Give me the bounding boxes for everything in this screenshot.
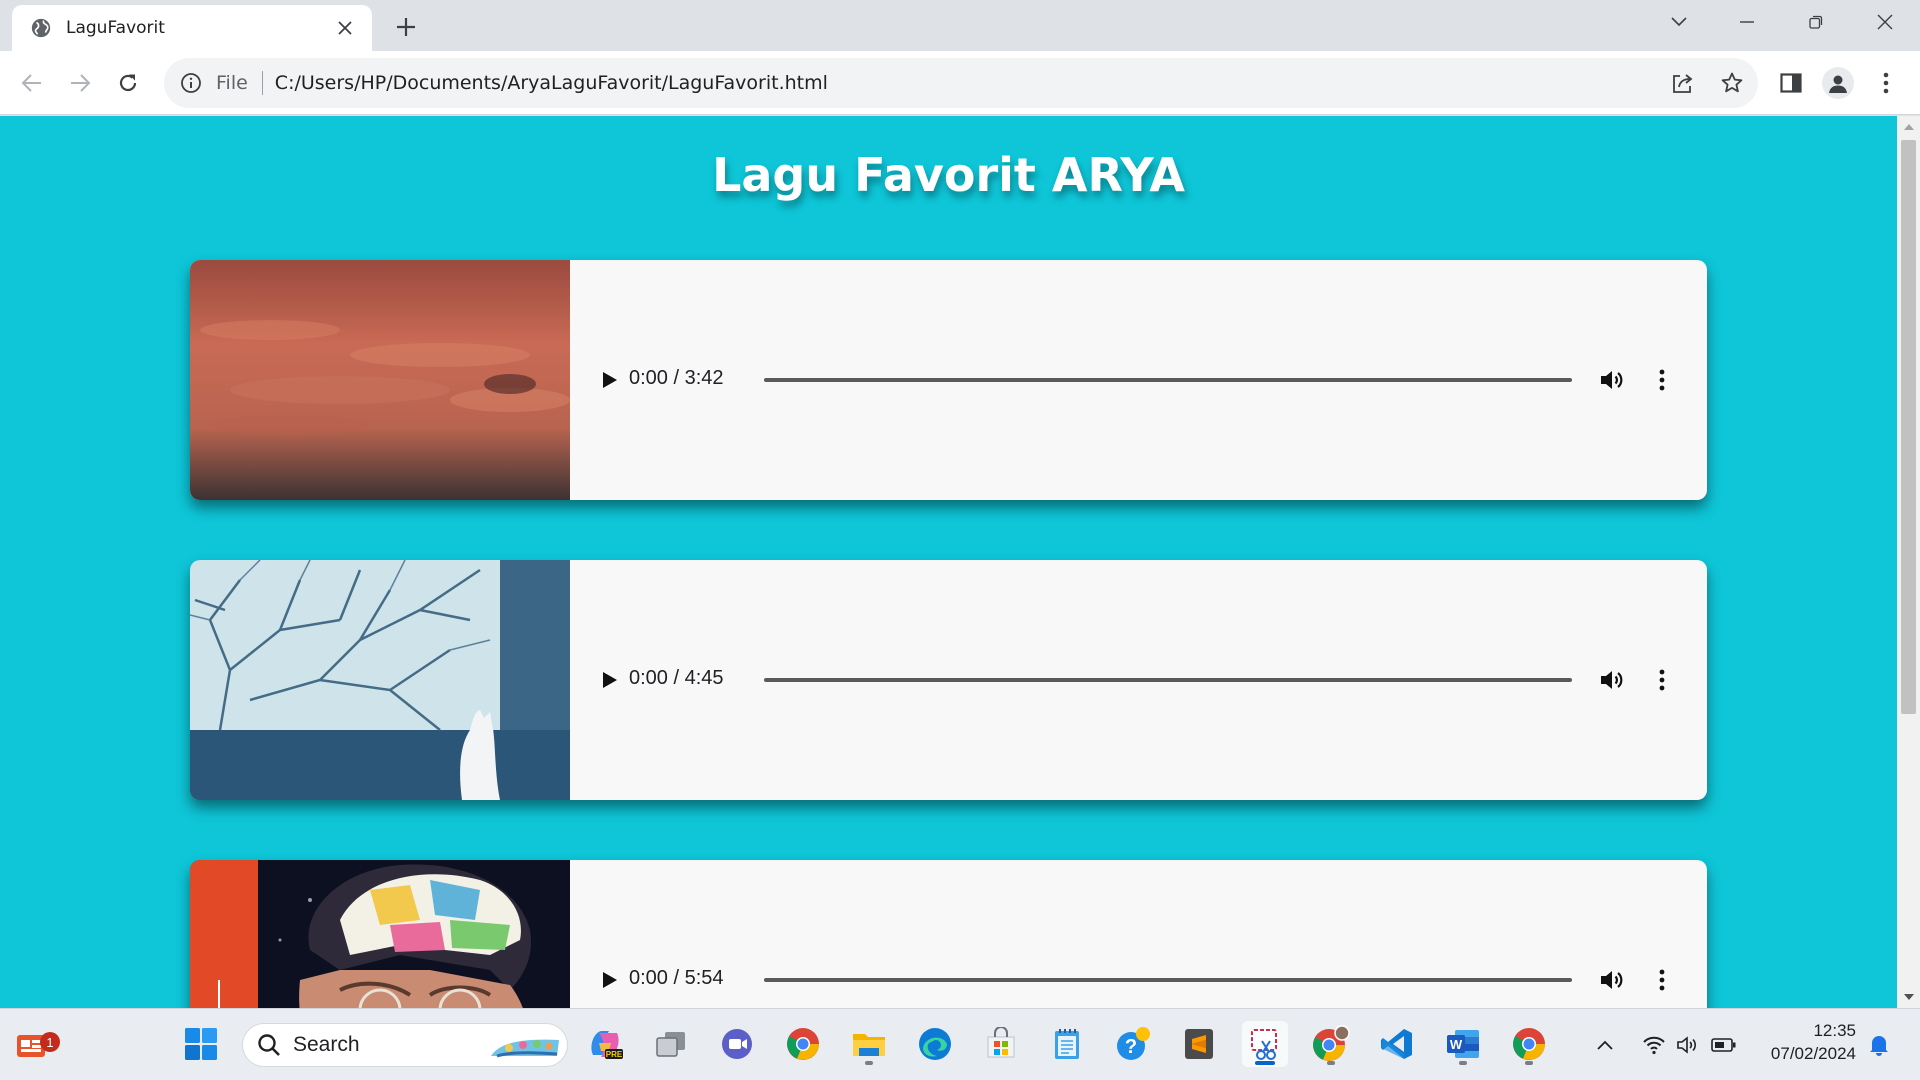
windows-taskbar: 1 Search PRE ? W 12:35 07/02/2024 <box>0 1008 1920 1080</box>
battery-icon[interactable] <box>1710 1031 1738 1059</box>
vscode-icon[interactable] <box>1374 1021 1420 1067</box>
audio-player: 0:00 / 5:54 <box>570 860 1707 1008</box>
clock-time: 12:35 <box>1813 1021 1856 1040</box>
file-explorer-icon[interactable] <box>846 1021 892 1067</box>
widgets-icon[interactable]: 1 <box>8 1021 60 1067</box>
page-title: Lagu Favorit ARYA <box>712 148 1185 202</box>
word-icon[interactable]: W <box>1440 1021 1486 1067</box>
running-indicator <box>1525 1061 1533 1065</box>
widgets-badge: 1 <box>40 1032 60 1052</box>
wifi-icon[interactable] <box>1640 1031 1668 1059</box>
restore-icon[interactable] <box>1788 0 1844 44</box>
bookmark-star-icon[interactable] <box>1712 58 1752 108</box>
clock-date: 07/02/2024 <box>1770 1044 1856 1063</box>
play-icon[interactable] <box>597 666 623 694</box>
volume-icon[interactable] <box>1596 964 1628 996</box>
time-display: 0:00 / 4:45 <box>629 667 724 689</box>
search-icon <box>258 1034 280 1056</box>
running-indicator <box>1459 1061 1467 1065</box>
forward-arrow-icon[interactable] <box>62 65 98 101</box>
audio-player: 0:00 / 4:45 <box>570 560 1707 800</box>
reload-icon[interactable] <box>110 65 146 101</box>
more-options-icon[interactable] <box>1646 664 1678 696</box>
minimize-icon[interactable] <box>1719 0 1775 44</box>
song-card: 0:00 / 3:42 <box>190 260 1707 500</box>
time-display: 0:00 / 3:42 <box>629 367 724 389</box>
active-indicator <box>1255 1061 1275 1065</box>
system-clock[interactable]: 12:35 07/02/2024 <box>1752 1019 1856 1065</box>
new-tab-button[interactable] <box>390 11 422 43</box>
play-icon[interactable] <box>597 366 623 394</box>
speaker-icon[interactable] <box>1674 1031 1702 1059</box>
url-text[interactable]: C:/Users/HP/Documents/AryaLaguFavorit/La… <box>275 72 828 94</box>
notification-bell-icon[interactable] <box>1866 1031 1892 1059</box>
search-label: Search <box>293 1033 360 1056</box>
side-panel-icon[interactable] <box>1773 65 1809 101</box>
song-card: 0:00 / 4:45 <box>190 560 1707 800</box>
tab-title: LaguFavorit <box>66 18 165 38</box>
album-cover-sky <box>190 260 570 500</box>
chrome-icon[interactable] <box>1506 1021 1552 1067</box>
time-display: 0:00 / 5:54 <box>629 967 724 989</box>
address-bar[interactable]: File C:/Users/HP/Documents/AryaLaguFavor… <box>164 58 1758 108</box>
volume-icon[interactable] <box>1596 364 1628 396</box>
seek-bar[interactable] <box>764 978 1572 982</box>
start-windows-icon[interactable] <box>178 1021 224 1067</box>
album-cover-portrait <box>190 860 570 1008</box>
edge-icon[interactable] <box>912 1021 958 1067</box>
microsoft-store-icon[interactable] <box>978 1021 1024 1067</box>
show-hidden-icons-chevron-icon[interactable] <box>1592 1031 1618 1059</box>
audio-player: 0:00 / 3:42 <box>570 260 1707 500</box>
page-viewport: Lagu Favorit ARYA 0:00 / 3:42 0:00 / 4:4… <box>0 116 1897 1008</box>
snipping-tool-icon[interactable] <box>1242 1021 1288 1067</box>
seek-bar[interactable] <box>764 378 1572 382</box>
svg-text:?: ? <box>1125 1036 1137 1058</box>
copilot-icon[interactable]: PRE <box>582 1021 628 1067</box>
tab-search-icon[interactable] <box>1651 0 1707 44</box>
svg-text:PRE: PRE <box>606 1050 623 1059</box>
globe-icon <box>31 18 51 38</box>
album-cover-cat <box>190 560 570 800</box>
back-arrow-icon[interactable] <box>14 65 50 101</box>
volume-icon[interactable] <box>1596 664 1628 696</box>
svg-text:W: W <box>1450 1037 1463 1052</box>
scroll-up-arrow-icon[interactable] <box>1897 116 1920 138</box>
running-indicator <box>865 1061 873 1065</box>
profile-avatar-icon[interactable] <box>1820 65 1856 101</box>
taskbar-search-box[interactable]: Search <box>242 1023 568 1067</box>
site-info-icon[interactable] <box>178 70 204 96</box>
more-options-icon[interactable] <box>1646 364 1678 396</box>
chrome-icon[interactable] <box>780 1021 826 1067</box>
notepad-icon[interactable] <box>1044 1021 1090 1067</box>
scrollbar-thumb[interactable] <box>1901 140 1916 714</box>
song-card: 0:00 / 5:54 <box>190 860 1707 1008</box>
scroll-down-arrow-icon[interactable] <box>1897 986 1920 1008</box>
play-icon[interactable] <box>597 966 623 994</box>
get-help-icon[interactable]: ? <box>1110 1021 1156 1067</box>
vertical-scrollbar[interactable] <box>1897 116 1920 1008</box>
close-window-icon[interactable] <box>1857 0 1913 44</box>
share-icon[interactable] <box>1663 58 1703 108</box>
seek-bar[interactable] <box>764 678 1572 682</box>
tab-close-icon[interactable] <box>332 15 358 41</box>
more-options-icon[interactable] <box>1646 964 1678 996</box>
browser-toolbar: File C:/Users/HP/Documents/AryaLaguFavor… <box>0 51 1920 115</box>
sublime-text-icon[interactable] <box>1176 1021 1222 1067</box>
url-scheme-label: File <box>216 72 248 94</box>
tab-strip: LaguFavorit <box>0 0 1920 51</box>
chrome-menu-icon[interactable] <box>1868 65 1904 101</box>
chrome-profile-icon[interactable] <box>1308 1021 1354 1067</box>
task-view-icon[interactable] <box>648 1021 694 1067</box>
teams-meet-icon[interactable] <box>714 1021 760 1067</box>
search-highlight-art <box>491 1039 559 1058</box>
browser-tab[interactable]: LaguFavorit <box>12 5 372 51</box>
omnibox-divider <box>261 71 263 95</box>
running-indicator <box>1327 1061 1335 1065</box>
